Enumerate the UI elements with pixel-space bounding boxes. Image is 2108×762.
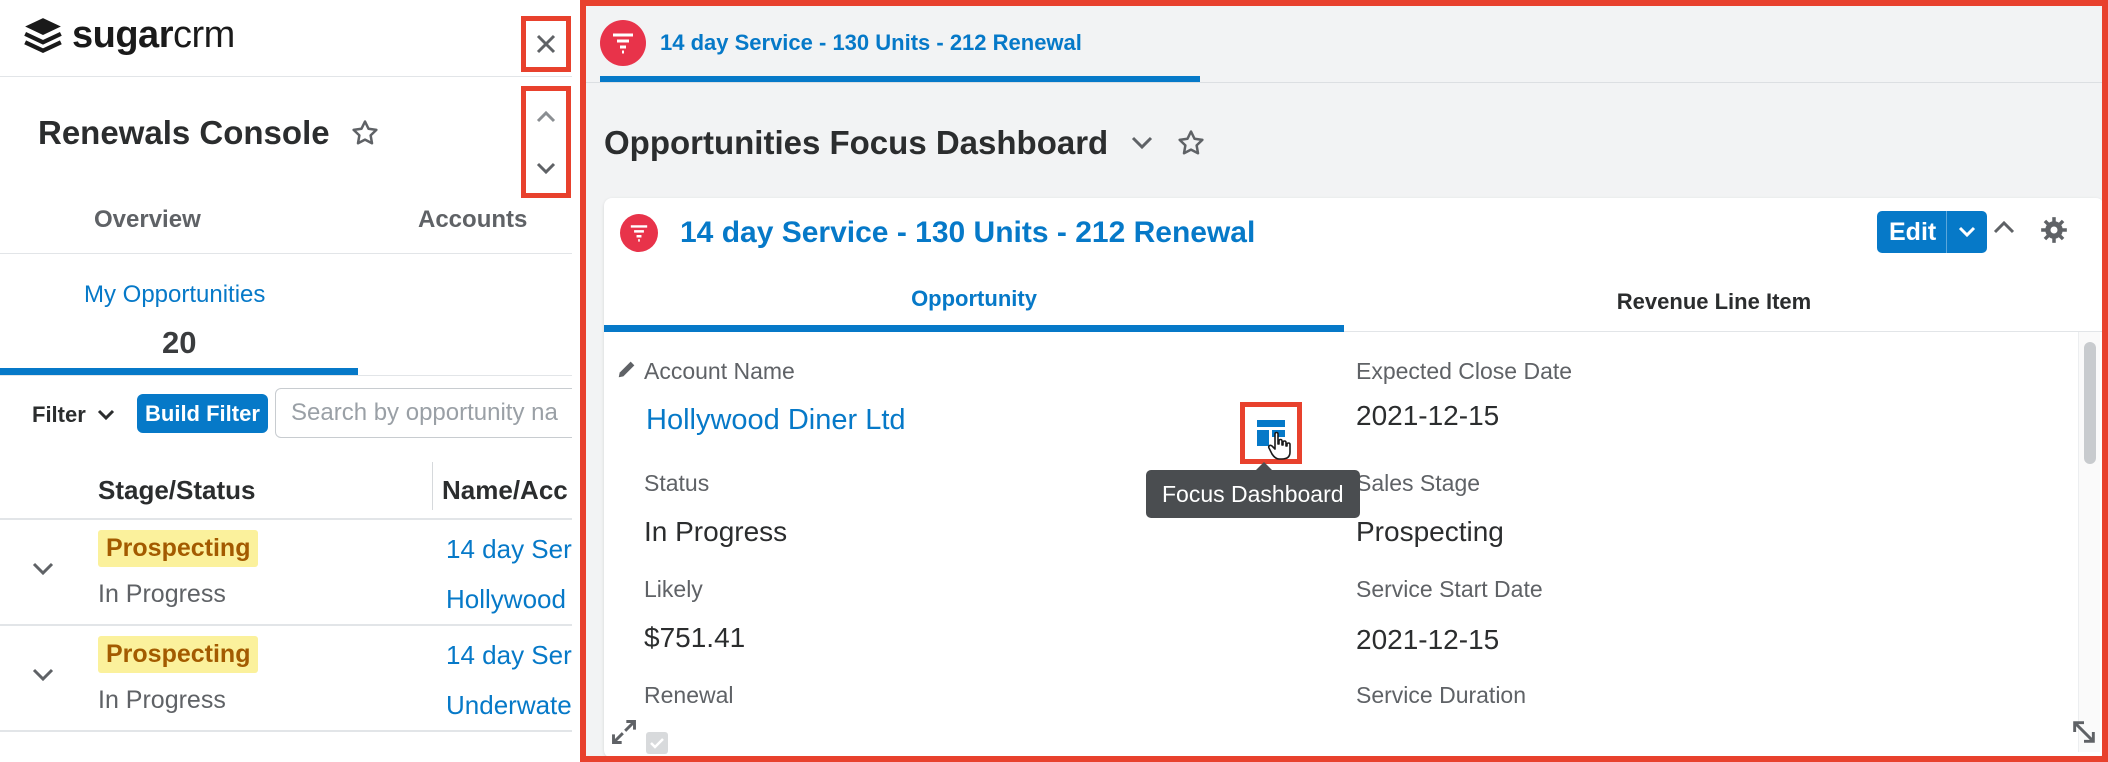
field-label-likely: Likely bbox=[644, 576, 703, 602]
logo-text: sugarcrm bbox=[72, 14, 235, 56]
dashlet-record-title[interactable]: 14 day Service - 130 Units - 212 Renewal bbox=[680, 216, 1255, 250]
tab-accounts[interactable]: Accounts bbox=[418, 206, 527, 234]
field-value-expected-close-date[interactable]: 2021-12-15 bbox=[1356, 400, 1499, 432]
console-title: Renewals Console bbox=[38, 114, 380, 152]
filter-dropdown[interactable]: Filter bbox=[32, 402, 116, 428]
build-filter-button[interactable]: Build Filter bbox=[137, 394, 268, 433]
row-expand-chevron-icon[interactable] bbox=[30, 560, 56, 578]
next-record-chevron-down-icon[interactable] bbox=[535, 160, 557, 176]
opportunity-name-link[interactable]: 14 day Ser bbox=[446, 640, 572, 671]
resize-handle-icon[interactable] bbox=[2070, 718, 2098, 746]
dashboard-chevron-down-icon[interactable] bbox=[1130, 135, 1154, 151]
filter-label: Filter bbox=[32, 402, 86, 427]
funnel-icon bbox=[630, 225, 648, 242]
field-value-status[interactable]: In Progress bbox=[644, 516, 787, 548]
focus-dashboard-tooltip: Focus Dashboard bbox=[1146, 462, 1360, 518]
logo-layers-icon bbox=[24, 17, 62, 53]
field-label-service-duration: Service Duration bbox=[1356, 682, 1527, 708]
scrollbar-thumb[interactable] bbox=[2084, 342, 2096, 464]
tab-opportunity[interactable]: Opportunity bbox=[604, 272, 1344, 332]
field-label-sales-stage: Sales Stage bbox=[1356, 470, 1481, 496]
console-title-text: Renewals Console bbox=[38, 114, 330, 151]
column-divider bbox=[432, 462, 433, 510]
close-icon bbox=[536, 34, 556, 54]
focus-drawer: 14 day Service - 130 Units - 212 Renewal… bbox=[580, 0, 2108, 762]
column-header-name-account[interactable]: Name/Acc bbox=[442, 475, 568, 506]
record-dashlet: 14 day Service - 130 Units - 212 Renewal… bbox=[604, 198, 2102, 756]
record-navigation bbox=[521, 86, 571, 198]
sugarcrm-logo[interactable]: sugarcrm bbox=[22, 14, 235, 57]
account-name-link[interactable]: Underwate bbox=[446, 690, 572, 721]
edit-actions-dropdown[interactable] bbox=[1946, 211, 1987, 253]
field-label-expected-close-date: Expected Close Date bbox=[1356, 358, 1573, 384]
status-text: In Progress bbox=[98, 580, 226, 608]
edit-button[interactable]: Edit bbox=[1877, 211, 1988, 253]
field-value-account-name[interactable]: Hollywood Diner Ltd bbox=[646, 404, 906, 437]
column-header-stage-status[interactable]: Stage/Status bbox=[98, 475, 256, 506]
opportunity-name-link[interactable]: 14 day Ser bbox=[446, 534, 572, 565]
left-panel: sugarcrm Renewals Console Overview Accou… bbox=[0, 0, 572, 762]
field-label-renewal: Renewal bbox=[644, 682, 734, 708]
dashlet-header: 14 day Service - 130 Units - 212 Renewal bbox=[620, 214, 1255, 252]
table-row: Prospecting In Progress 14 day Ser Under… bbox=[0, 626, 572, 732]
focus-dashboard-button[interactable] bbox=[1240, 402, 1302, 464]
stage-badge: Prospecting bbox=[98, 530, 259, 567]
chevron-down-icon bbox=[1959, 226, 1976, 238]
field-value-service-start-date[interactable]: 2021-12-15 bbox=[1356, 624, 1499, 656]
previous-record-chevron-up-icon[interactable] bbox=[535, 109, 557, 125]
tab-revenue-line-item[interactable]: Revenue Line Item bbox=[1344, 272, 2084, 332]
field-label-service-start-date: Service Start Date bbox=[1356, 576, 1543, 602]
gear-icon[interactable] bbox=[2040, 216, 2068, 244]
field-label-status: Status bbox=[644, 470, 710, 496]
account-name-link[interactable]: Hollywood bbox=[446, 584, 566, 615]
collapse-chevron-up-icon[interactable] bbox=[1992, 218, 2016, 236]
tab-overview[interactable]: Overview bbox=[94, 206, 201, 234]
favorite-star-icon[interactable] bbox=[1176, 128, 1206, 158]
table-row: Prospecting In Progress 14 day Ser Holly… bbox=[0, 520, 572, 626]
edit-button-label: Edit bbox=[1889, 217, 1937, 246]
my-opportunities-tab[interactable]: My Opportunities bbox=[84, 281, 265, 309]
field-label-account-name: Account Name bbox=[644, 358, 795, 384]
section-divider bbox=[0, 375, 572, 376]
opportunity-record-icon bbox=[600, 20, 646, 66]
dashboard-title: Opportunities Focus Dashboard bbox=[604, 124, 1206, 162]
search-input[interactable]: Search by opportunity na bbox=[275, 388, 572, 438]
close-button[interactable] bbox=[521, 16, 571, 72]
chevron-down-icon bbox=[97, 409, 114, 421]
expand-arrows-icon[interactable] bbox=[610, 718, 638, 746]
field-value-likely[interactable]: $751.41 bbox=[644, 622, 745, 654]
opportunities-count: 20 bbox=[162, 325, 197, 360]
hand-cursor-icon bbox=[1267, 431, 1291, 460]
status-text: In Progress bbox=[98, 686, 226, 714]
opportunity-record-icon bbox=[620, 214, 658, 252]
dashlet-tabs: Opportunity Revenue Line Item bbox=[604, 272, 2102, 332]
record-tab[interactable]: 14 day Service - 130 Units - 212 Renewal bbox=[600, 20, 1082, 66]
renewal-checkbox[interactable] bbox=[646, 732, 668, 754]
favorite-star-icon[interactable] bbox=[350, 118, 380, 148]
record-tab-label: 14 day Service - 130 Units - 212 Renewal bbox=[660, 30, 1082, 55]
pencil-icon[interactable] bbox=[616, 358, 638, 380]
tab-divider bbox=[586, 82, 2102, 83]
field-value-sales-stage[interactable]: Prospecting bbox=[1356, 516, 1504, 548]
dashboard-title-text: Opportunities Focus Dashboard bbox=[604, 124, 1109, 161]
header-divider bbox=[0, 76, 572, 77]
active-tab-indicator bbox=[0, 368, 358, 375]
funnel-icon bbox=[613, 33, 633, 54]
row-expand-chevron-icon[interactable] bbox=[30, 666, 56, 684]
checkmark-icon bbox=[650, 738, 664, 749]
stage-badge: Prospecting bbox=[98, 636, 259, 673]
console-tabs: Overview Accounts bbox=[0, 200, 572, 254]
